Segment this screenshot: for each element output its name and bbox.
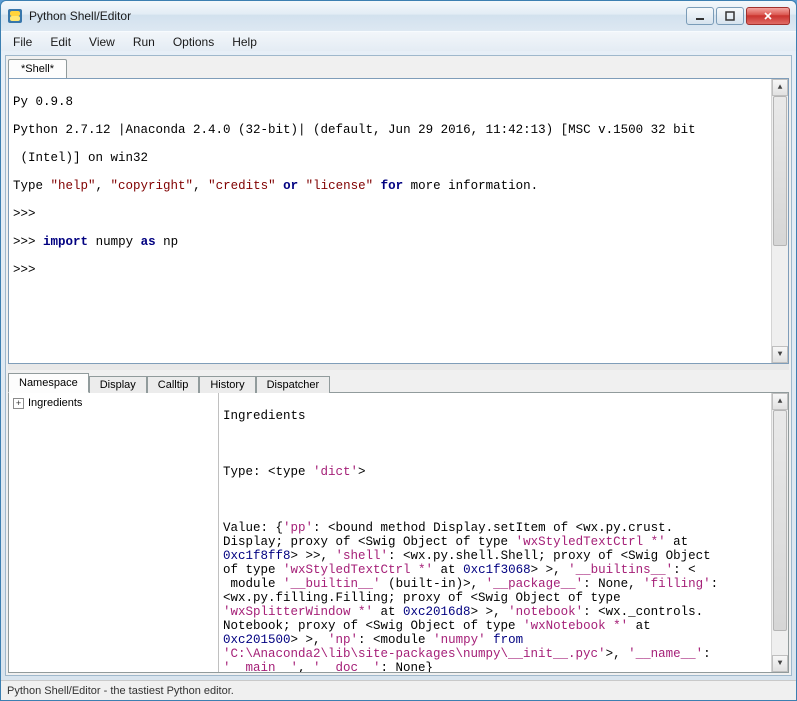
namespace-detail[interactable]: Ingredients Type: <type 'dict'> Value: {… xyxy=(219,393,788,672)
tree-root-row[interactable]: + Ingredients xyxy=(13,397,214,409)
tab-calltip[interactable]: Calltip xyxy=(147,376,200,394)
titlebar[interactable]: Python Shell/Editor xyxy=(1,1,796,31)
scroll-thumb[interactable] xyxy=(773,410,787,631)
scroll-down-icon[interactable]: ▼ xyxy=(772,346,788,363)
shell-input-line: >>> import numpy as np xyxy=(13,235,784,249)
menubar: File Edit View Run Options Help xyxy=(1,31,796,51)
shell-prompt[interactable]: >>> xyxy=(13,263,784,277)
namespace-panel: + Ingredients Ingredients Type: <type 'd… xyxy=(8,392,789,673)
tab-shell[interactable]: *Shell* xyxy=(8,59,67,79)
scroll-thumb[interactable] xyxy=(773,96,787,246)
shell-scrollbar[interactable]: ▲ ▼ xyxy=(771,79,788,363)
menu-edit[interactable]: Edit xyxy=(42,33,79,51)
shell-banner-line: Py 0.9.8 xyxy=(13,95,784,109)
scroll-up-icon[interactable]: ▲ xyxy=(772,393,788,410)
tab-display[interactable]: Display xyxy=(89,376,147,394)
menu-options[interactable]: Options xyxy=(165,33,222,51)
workspace: *Shell* Py 0.9.8 Python 2.7.12 |Anaconda… xyxy=(5,55,792,676)
detail-value-block: Value: {'pp': <bound method Display.setI… xyxy=(223,521,784,672)
file-tabstrip: *Shell* xyxy=(6,56,791,78)
shell-console[interactable]: Py 0.9.8 Python 2.7.12 |Anaconda 2.4.0 (… xyxy=(8,78,789,364)
menu-run[interactable]: Run xyxy=(125,33,163,51)
close-button[interactable] xyxy=(746,7,790,25)
tab-namespace[interactable]: Namespace xyxy=(8,373,89,393)
detail-scrollbar[interactable]: ▲ ▼ xyxy=(771,393,788,672)
tree-root-label: Ingredients xyxy=(28,397,82,409)
app-window: Python Shell/Editor File Edit View Run O… xyxy=(0,0,797,701)
tab-dispatcher[interactable]: Dispatcher xyxy=(256,376,331,394)
scroll-track[interactable] xyxy=(772,96,788,346)
menu-help[interactable]: Help xyxy=(224,33,265,51)
info-tabstrip: Namespace Display Calltip History Dispat… xyxy=(6,370,791,392)
tree-expand-icon[interactable]: + xyxy=(13,398,24,409)
maximize-button[interactable] xyxy=(716,7,744,25)
statusbar: Python Shell/Editor - the tastiest Pytho… xyxy=(1,680,796,700)
shell-prompt: >>> xyxy=(13,207,784,221)
scroll-up-icon[interactable]: ▲ xyxy=(772,79,788,96)
app-icon xyxy=(7,8,23,24)
scroll-down-icon[interactable]: ▼ xyxy=(772,655,788,672)
window-title: Python Shell/Editor xyxy=(29,9,686,23)
shell-banner-line: Python 2.7.12 |Anaconda 2.4.0 (32-bit)| … xyxy=(13,123,784,137)
menu-view[interactable]: View xyxy=(81,33,123,51)
status-text: Python Shell/Editor - the tastiest Pytho… xyxy=(7,685,234,697)
tab-history[interactable]: History xyxy=(199,376,255,394)
scroll-track[interactable] xyxy=(772,410,788,655)
detail-heading: Ingredients xyxy=(223,409,784,423)
detail-type-line: Type: <type 'dict'> xyxy=(223,465,784,479)
shell-banner-line: Type "help", "copyright", "credits" or "… xyxy=(13,179,784,193)
minimize-button[interactable] xyxy=(686,7,714,25)
shell-banner-line: (Intel)] on win32 xyxy=(13,151,784,165)
menu-file[interactable]: File xyxy=(5,33,40,51)
namespace-tree[interactable]: + Ingredients xyxy=(9,393,219,672)
